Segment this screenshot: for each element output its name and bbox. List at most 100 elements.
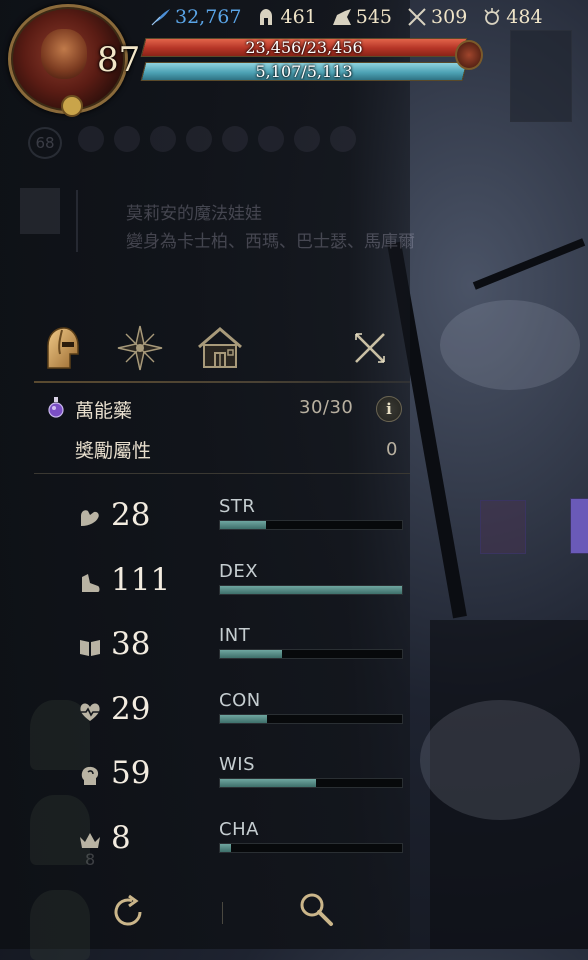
snow-patch (420, 700, 580, 820)
con-bar-fill (220, 715, 268, 723)
wis-label: WIS (219, 754, 256, 775)
tree-branch (472, 238, 586, 290)
tabs-underline (34, 381, 410, 383)
house-icon (198, 327, 242, 368)
bar-cap-ornament (455, 40, 483, 70)
evasion-stat: 545 (331, 6, 392, 28)
search-button[interactable] (296, 890, 336, 930)
cha-label: CHA (219, 819, 259, 840)
con-value: 29 (111, 691, 151, 727)
str-bar (219, 520, 403, 530)
combat-power: 32,767 (150, 6, 241, 28)
buff-icon (114, 126, 140, 152)
banner (570, 498, 588, 554)
mp-bar: 5,107/5,113 (140, 62, 468, 81)
portrait-face (41, 29, 87, 79)
wis-value: 59 (111, 755, 151, 791)
boot-icon (78, 571, 102, 595)
attribute-row-cha: 8 CHA (0, 819, 410, 869)
elixir-info-button[interactable]: i (376, 396, 402, 422)
buff-icon (150, 126, 176, 152)
defense-value: 461 (280, 6, 317, 28)
tab-compass-star[interactable] (114, 322, 166, 374)
helmet-icon (255, 7, 277, 27)
evasion-value: 545 (355, 6, 393, 28)
buff-icon (186, 126, 212, 152)
elixir-label: 萬能藥 (75, 400, 133, 422)
faded-buff-icons (78, 126, 356, 152)
buff-icon (258, 126, 284, 152)
boot-icon (331, 7, 353, 27)
flexed-arm-icon (78, 506, 102, 530)
faded-item-icon (20, 188, 60, 234)
hp-text: 23,456/23,456 (245, 38, 363, 57)
dex-label: DEX (219, 561, 259, 582)
int-bar (219, 649, 403, 659)
attribute-row-con: 29 CON (0, 690, 410, 740)
wis-bar (219, 778, 403, 788)
crown-icon (78, 829, 102, 853)
str-bar-fill (220, 521, 266, 529)
dex-bar-fill (220, 586, 402, 594)
faded-divider (76, 190, 78, 252)
faded-item-subtitle: 變身為卡士柏、西瑪、巴士瑟、馬庫爾 (126, 232, 415, 252)
cha-bar-fill (220, 844, 231, 852)
elixir-row: 萬能藥 30/30 i (44, 394, 404, 424)
str-label: STR (219, 496, 256, 517)
buff-icon (330, 126, 356, 152)
hp-bar: 23,456/23,456 (140, 38, 468, 57)
top-stats: 32,767 461 545 309 484 (150, 6, 557, 28)
close-icon (355, 333, 385, 363)
quill-icon (150, 7, 172, 27)
defense-stat: 461 (255, 6, 317, 28)
dex-value: 111 (111, 562, 171, 598)
bonus-attribute-value: 0 (386, 439, 398, 460)
combat-power-value: 32,767 (175, 6, 242, 28)
book-icon (78, 635, 102, 659)
con-label: CON (219, 690, 261, 711)
bonus-attribute-row: 獎勵屬性 0 (44, 436, 404, 464)
snow-patch (440, 300, 580, 390)
attribute-row-int: 38 INT (0, 625, 410, 675)
dex-bar (219, 585, 403, 595)
buff-icon (78, 126, 104, 152)
magnifier-icon (300, 893, 333, 926)
banner (480, 500, 526, 554)
faded-level-badge: 68 (28, 127, 62, 159)
bonus-attribute-label: 獎勵屬性 (75, 440, 152, 462)
attribute-row-dex: 111 DEX (0, 561, 410, 611)
banner (510, 30, 572, 122)
con-bar (219, 714, 403, 724)
stat-tabs (34, 322, 410, 382)
crossed-swords-icon (406, 7, 428, 27)
compass-star-icon (117, 325, 163, 371)
section-divider (34, 473, 410, 474)
close-button[interactable] (344, 322, 396, 374)
str-value: 28 (111, 497, 151, 533)
int-bar-fill (220, 650, 282, 658)
reset-button[interactable] (110, 894, 146, 930)
cha-value: 8 (111, 820, 131, 856)
attribute-row-str: 28 STR (0, 496, 410, 546)
attack-value: 309 (431, 6, 468, 28)
attack-stat: 309 (406, 6, 467, 28)
tab-house[interactable] (194, 322, 246, 374)
character-level: 87 (97, 40, 141, 80)
head-icon (78, 764, 102, 788)
mp-text: 5,107/5,113 (255, 62, 353, 81)
tab-helmet[interactable] (36, 322, 88, 374)
wis-bar-fill (220, 779, 317, 787)
helmet-icon (47, 327, 79, 369)
heartbeat-icon (78, 700, 102, 724)
buff-icon (222, 126, 248, 152)
toolbar-divider (222, 902, 223, 924)
potion-icon (48, 397, 64, 418)
faded-item-title: 莫莉安的魔法娃娃 (126, 204, 262, 224)
int-value: 38 (111, 626, 151, 662)
bottom-toolbar (0, 880, 410, 949)
elixir-count: 30/30 (299, 397, 354, 418)
refresh-icon (114, 894, 142, 926)
magic-stat: 484 (481, 6, 543, 28)
portrait-crest-icon (61, 95, 83, 117)
buff-icon (294, 126, 320, 152)
